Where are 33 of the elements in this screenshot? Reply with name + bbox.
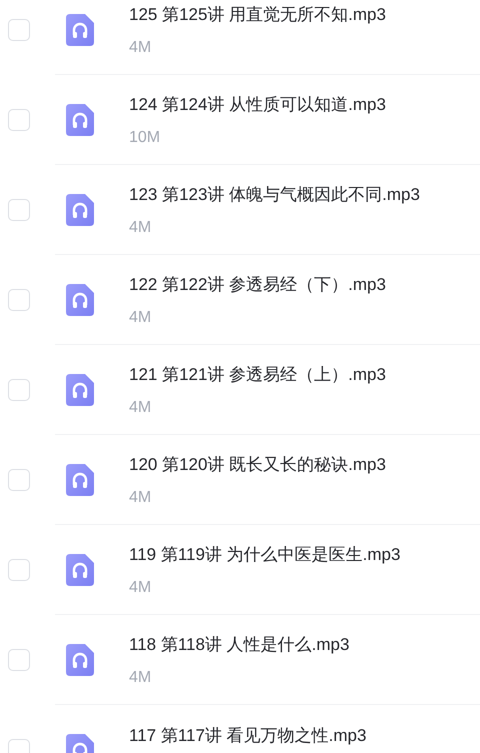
file-name[interactable]: 120 第120讲 既长又长的秘诀.mp3 [129,455,386,475]
file-size: 4M [129,218,152,238]
file-name[interactable]: 124 第124讲 从性质可以知道.mp3 [129,95,386,115]
audio-file-icon [66,464,94,496]
checkbox[interactable] [8,649,30,671]
file-size: 10M [129,128,162,148]
file-size: 4M [129,668,152,688]
file-name[interactable]: 121 第121讲 参透易经（上）.mp3 [129,365,386,385]
file-size: 4M [129,398,152,418]
file-name[interactable]: 123 第123讲 体魄与气概因此不同.mp3 [129,185,420,205]
audio-file-icon [66,14,94,46]
checkbox[interactable] [8,559,30,581]
audio-file-icon [66,374,94,406]
checkbox[interactable] [8,109,30,131]
file-name[interactable]: 125 第125讲 用直觉无所不知.mp3 [129,5,386,25]
file-name[interactable]: 117 第117讲 看见万物之性.mp3 [129,726,366,746]
file-size: 4M [129,488,152,508]
file-size: 4M [129,578,152,598]
audio-file-icon [66,554,94,586]
checkbox[interactable] [8,199,30,221]
file-size: 4M [129,38,152,58]
checkbox[interactable] [8,19,30,41]
audio-file-icon [66,644,94,676]
file-name[interactable]: 122 第122讲 参透易经（下）.mp3 [129,275,386,295]
file-size: 4M [129,308,152,328]
file-name[interactable]: 118 第118讲 人性是什么.mp3 [129,635,350,655]
audio-file-icon [66,194,94,226]
checkbox[interactable] [8,289,30,311]
checkbox[interactable] [8,469,30,491]
file-name[interactable]: 119 第119讲 为什么中医是医生.mp3 [129,545,400,565]
audio-file-icon [66,104,94,136]
checkbox[interactable] [8,379,30,401]
audio-file-icon [66,284,94,316]
